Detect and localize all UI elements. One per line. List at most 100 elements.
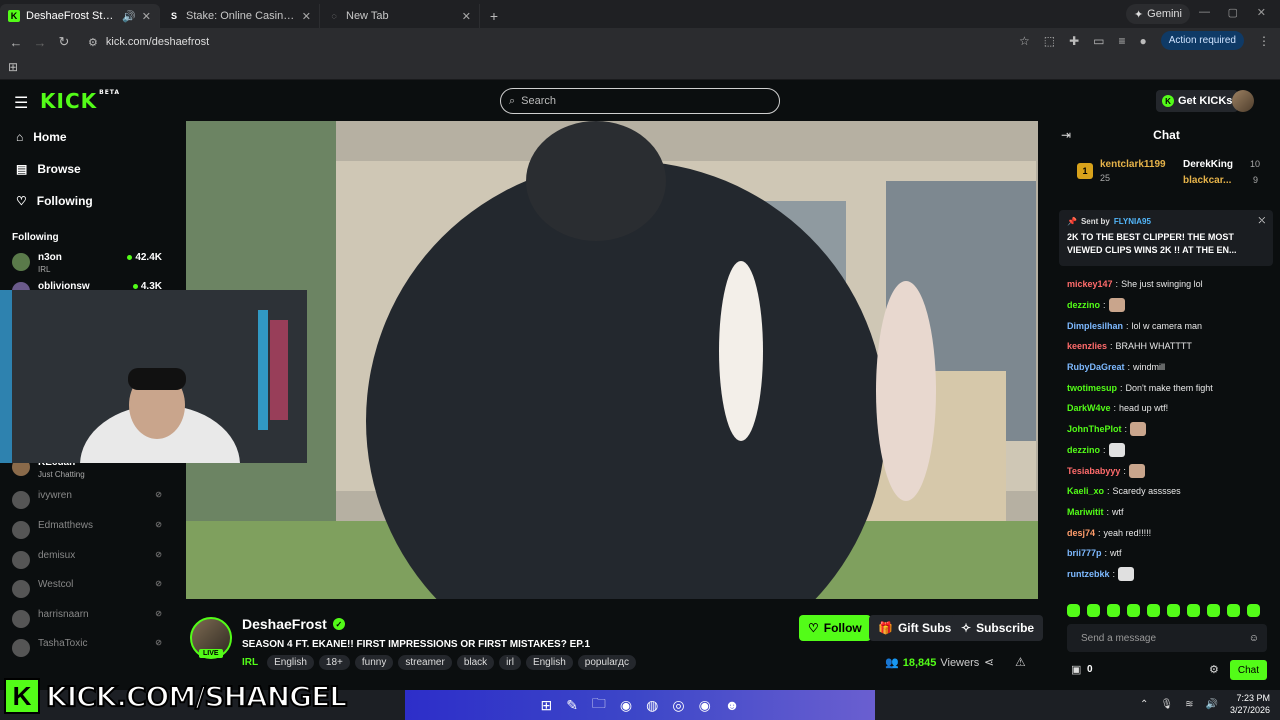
- chat-username[interactable]: keenzlies: [1067, 341, 1107, 351]
- tab-new-tab[interactable]: ◌ New Tab ✕: [320, 4, 480, 28]
- tag[interactable]: popularдc: [577, 655, 636, 670]
- emote-icon[interactable]: [1147, 604, 1160, 617]
- nav-browse[interactable]: ▤ Browse: [16, 162, 81, 176]
- puzzle-icon[interactable]: ✚: [1069, 34, 1079, 48]
- followed-channel-edmatthews[interactable]: Edmatthews ⊘: [12, 520, 162, 548]
- send-chat-button[interactable]: Chat: [1229, 660, 1267, 680]
- emote-icon[interactable]: [1087, 604, 1100, 617]
- app-icon[interactable]: ✎: [566, 697, 578, 714]
- chat-username[interactable]: Dimplesilhan: [1067, 321, 1123, 331]
- search-input[interactable]: ⌕ Search: [500, 88, 780, 114]
- new-tab-button[interactable]: +: [480, 4, 508, 28]
- followed-channel-demisux[interactable]: demisux ⊘: [12, 550, 162, 578]
- emote-icon[interactable]: [1127, 604, 1140, 617]
- followed-channel-westcol[interactable]: Westcol ⊘: [12, 579, 162, 607]
- windows-start-icon[interactable]: ⊞: [540, 697, 552, 714]
- emote-icon[interactable]: [1207, 604, 1220, 617]
- bookmark-star-icon[interactable]: ☆: [1019, 34, 1030, 48]
- tag[interactable]: English: [267, 655, 314, 670]
- chat-username[interactable]: DarkW4ve: [1067, 403, 1111, 413]
- chat-username[interactable]: Mariwitit: [1067, 507, 1104, 517]
- chat-username[interactable]: brii777p: [1067, 548, 1102, 558]
- discord-icon[interactable]: ☻: [725, 697, 740, 713]
- action-required-button[interactable]: Action required: [1160, 31, 1244, 50]
- back-icon[interactable]: ←: [4, 35, 28, 50]
- follow-button[interactable]: ♡ Follow: [799, 615, 871, 641]
- chat-username[interactable]: desj74: [1067, 528, 1095, 538]
- tab-stake[interactable]: S Stake: Online Casino & Sports ✕: [160, 4, 320, 28]
- tab-deshaefrost[interactable]: K DeshaeFrost Stream - Watch 🔊 ✕: [0, 4, 160, 28]
- unpin-icon[interactable]: ⤬: [1259, 216, 1265, 226]
- media-icon[interactable]: ≡: [1118, 34, 1125, 48]
- gift-subs-button[interactable]: 🎁 Gift Subs: [869, 615, 961, 641]
- gemini-button[interactable]: ✦ Gemini: [1125, 4, 1190, 24]
- site-info-icon[interactable]: ⚙: [88, 36, 98, 49]
- clock[interactable]: 7:23 PM 3/27/2026: [1230, 692, 1270, 716]
- apps-grid-icon[interactable]: ⊞: [8, 60, 18, 74]
- subscribe-button[interactable]: ✧ Subscribe: [952, 615, 1044, 641]
- chrome-alt-icon[interactable]: ◉: [699, 697, 711, 714]
- kicks-wallet-icon[interactable]: ▣: [1071, 663, 1081, 676]
- url-input[interactable]: ⚙ kick.com/deshaefrost: [82, 31, 1042, 53]
- extension-icon[interactable]: ⬚: [1044, 34, 1055, 48]
- channel-name[interactable]: DeshaeFrost: [242, 616, 327, 632]
- close-tab-icon[interactable]: ✕: [302, 10, 311, 23]
- minimize-icon[interactable]: —: [1199, 6, 1210, 18]
- volume-icon[interactable]: 🔊: [1206, 699, 1218, 710]
- obs-icon[interactable]: ◎: [672, 697, 684, 714]
- maximize-icon[interactable]: ▢: [1228, 6, 1238, 19]
- hamburger-menu-icon[interactable]: ☰: [14, 93, 28, 113]
- chat-username[interactable]: RubyDaGreat: [1067, 362, 1125, 372]
- forward-icon[interactable]: →: [28, 35, 52, 50]
- chat-username[interactable]: twotimesup: [1067, 383, 1117, 393]
- emoji-icon[interactable]: ☺: [1249, 633, 1259, 644]
- chat-username[interactable]: Kaeli_xo: [1067, 486, 1104, 496]
- emote-icon[interactable]: [1067, 604, 1080, 617]
- tag[interactable]: black: [456, 655, 495, 670]
- report-icon[interactable]: ⚠: [1015, 655, 1026, 669]
- share-icon[interactable]: ⋖: [984, 655, 994, 669]
- speaker-icon[interactable]: 🔊: [122, 10, 136, 23]
- close-tab-icon[interactable]: ✕: [462, 10, 471, 23]
- chat-settings-icon[interactable]: ⚙: [1209, 663, 1219, 676]
- chrome-icon[interactable]: ◉: [620, 697, 632, 714]
- chat-username[interactable]: JohnThePlot: [1067, 424, 1122, 434]
- pinned-message[interactable]: 📌 Sent by FLYNIA95 ⤬ 2K TO THE BEST CLIPPER…: [1059, 210, 1273, 266]
- kick-logo[interactable]: KICK BETA: [40, 89, 120, 113]
- get-kicks-button[interactable]: K Get KICKs: [1156, 90, 1239, 112]
- followed-channel-n3on[interactable]: n3on IRL 42.4K: [12, 252, 162, 280]
- chat-username[interactable]: Tesiababyyy: [1067, 466, 1120, 476]
- wifi-icon[interactable]: ≋: [1185, 699, 1193, 710]
- emote-icon[interactable]: [1167, 604, 1180, 617]
- tag[interactable]: English: [525, 655, 573, 670]
- chat-message-input[interactable]: Send a message ☺: [1067, 624, 1267, 652]
- tag[interactable]: funny: [354, 655, 394, 670]
- split-view-icon[interactable]: ▭: [1093, 34, 1104, 48]
- category-link[interactable]: IRL: [242, 657, 258, 668]
- followed-channel-tashatoxic[interactable]: TashaToxic ⊘: [12, 638, 162, 666]
- mic-icon[interactable]: 🎙: [1160, 699, 1173, 710]
- nav-home[interactable]: ⌂ Home: [16, 130, 67, 144]
- nav-following[interactable]: ♡ Following: [16, 194, 93, 208]
- chat-username[interactable]: mickey147: [1067, 279, 1113, 289]
- close-tab-icon[interactable]: ✕: [142, 10, 151, 23]
- user-avatar[interactable]: [1232, 90, 1254, 112]
- profile-icon[interactable]: ●: [1139, 34, 1146, 48]
- chat-username[interactable]: runtzebkk: [1067, 569, 1110, 579]
- tray-chevron-icon[interactable]: ⌃: [1140, 699, 1148, 710]
- steam-icon[interactable]: ◍: [646, 697, 658, 714]
- close-window-icon[interactable]: ✕: [1257, 6, 1266, 19]
- emote-icon[interactable]: [1227, 604, 1240, 617]
- reload-icon[interactable]: ↻: [52, 34, 76, 50]
- emote-icon[interactable]: [1107, 604, 1120, 617]
- followed-channel-ivywren[interactable]: ivywren ⊘: [12, 490, 162, 518]
- chat-username[interactable]: dezzino: [1067, 300, 1100, 310]
- followed-channel-harrisnaarn[interactable]: harrisnaarn ⊘: [12, 609, 162, 637]
- chat-username[interactable]: dezzino: [1067, 445, 1100, 455]
- file-explorer-icon[interactable]: 🗀: [592, 693, 606, 717]
- tag[interactable]: 18+: [318, 655, 350, 670]
- tag[interactable]: irl: [499, 655, 521, 670]
- menu-kebab-icon[interactable]: ⋮: [1258, 34, 1270, 48]
- emote-icon[interactable]: [1187, 604, 1200, 617]
- emote-icon[interactable]: [1247, 604, 1260, 617]
